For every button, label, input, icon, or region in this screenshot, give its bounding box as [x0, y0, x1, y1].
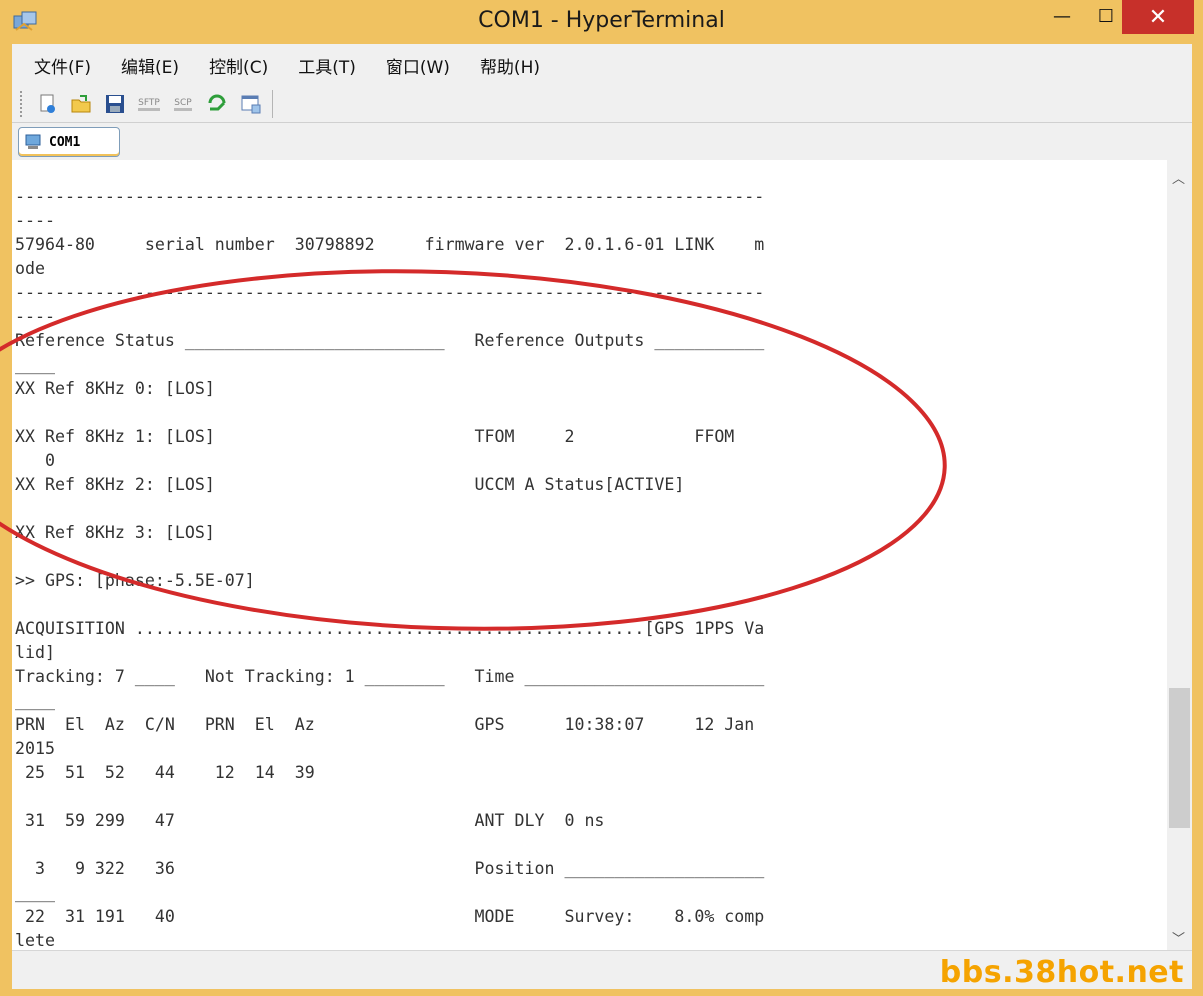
- title-bar[interactable]: COM1 - HyperTerminal — ☐ ✕: [0, 0, 1203, 44]
- scp-button[interactable]: SCP: [170, 91, 196, 117]
- toolbar-separator: [272, 90, 273, 118]
- reconnect-button[interactable]: [204, 91, 230, 117]
- terminal-line: 2015: [15, 739, 55, 758]
- properties-icon: [241, 95, 261, 114]
- save-button[interactable]: [102, 91, 128, 117]
- sftp-button[interactable]: SFTP: [136, 91, 162, 117]
- terminal-line: PRN El Az C/N PRN El Az GPS 10:38:07 12 …: [15, 715, 755, 734]
- terminal-line: XX Ref 8KHz 1: [LOS] TFOM 2 FFOM: [15, 427, 735, 446]
- close-button[interactable]: ✕: [1122, 0, 1194, 34]
- terminal-line: 0: [15, 451, 55, 470]
- scrollbar-thumb[interactable]: [1169, 688, 1190, 828]
- terminal-line: ode: [15, 259, 45, 278]
- terminal-line: 31 59 299 47 ANT DLY 0 ns: [15, 811, 605, 830]
- watermark-text: bbs.38hot.net: [939, 955, 1184, 990]
- terminal-line: ____: [15, 883, 55, 902]
- terminal-line: ----------------------------------------…: [15, 283, 765, 302]
- save-icon: [106, 95, 124, 113]
- menu-edit[interactable]: 编辑(E): [99, 53, 179, 78]
- toolbar-grip[interactable]: [20, 91, 26, 117]
- menu-help[interactable]: 帮助(H): [458, 53, 540, 78]
- terminal-line: 3 9 322 36 Position ____________________: [15, 859, 765, 878]
- terminal-line: lete: [15, 931, 55, 950]
- menu-tools[interactable]: 工具(T): [276, 53, 356, 78]
- terminal-line: Tracking: 7 ____ Not Tracking: 1 _______…: [15, 667, 765, 686]
- application-window: COM1 - HyperTerminal — ☐ ✕ 文件(F) 编辑(E) 控…: [0, 0, 1203, 996]
- terminal-line: >> GPS: [phase:-5.5E-07]: [15, 571, 255, 590]
- menu-bar: 文件(F) 编辑(E) 控制(C) 工具(T) 窗口(W) 帮助(H): [12, 44, 1192, 86]
- reconnect-icon: [208, 94, 226, 111]
- new-connection-icon: [40, 94, 55, 113]
- terminal-line: 22 31 191 40 MODE Survey: 8.0% comp: [15, 907, 765, 926]
- terminal-line: 57964-80 serial number 30798892 firmware…: [15, 235, 765, 254]
- terminal-line: ____: [15, 355, 55, 374]
- open-button[interactable]: [68, 91, 94, 117]
- menu-window[interactable]: 窗口(W): [364, 53, 450, 78]
- terminal-output: ----------------------------------------…: [15, 185, 764, 950]
- terminal-line: ____: [15, 691, 55, 710]
- session-tab-strip: COM1: [12, 122, 1192, 161]
- open-folder-icon: [71, 95, 91, 113]
- terminal-line: ----: [15, 211, 55, 230]
- scroll-up-arrow-icon[interactable]: ︿: [1172, 168, 1185, 187]
- terminal-line: Reference Status _______________________…: [15, 331, 765, 350]
- vertical-scrollbar[interactable]: ︿ ﹀: [1167, 160, 1192, 950]
- terminal-line: ACQUISITION ............................…: [15, 619, 765, 638]
- menu-file[interactable]: 文件(F): [12, 53, 91, 78]
- terminal-line: lid]: [15, 643, 55, 662]
- terminal-line: 25 51 52 44 12 14 39: [15, 763, 315, 782]
- terminal-screen[interactable]: ----------------------------------------…: [12, 160, 1167, 950]
- terminal-line: XX Ref 8KHz 2: [LOS] UCCM A Status[ACTIV…: [15, 475, 685, 494]
- window-title: COM1 - HyperTerminal: [478, 8, 725, 33]
- properties-button[interactable]: [238, 91, 264, 117]
- minimize-button[interactable]: —: [1038, 0, 1086, 32]
- new-connection-button[interactable]: [34, 91, 60, 117]
- status-bar: bbs.38hot.net: [12, 950, 1192, 990]
- terminal-line: XX Ref 8KHz 3: [LOS]: [15, 523, 215, 542]
- terminal-line: ----: [15, 307, 55, 326]
- session-tab-label: COM1: [49, 134, 81, 150]
- client-area: 文件(F) 编辑(E) 控制(C) 工具(T) 窗口(W) 帮助(H) SFTP…: [12, 44, 1192, 990]
- sftp-icon: SFTP: [138, 98, 160, 111]
- toolbar: SFTP SCP: [12, 86, 1192, 122]
- session-tab-com1[interactable]: COM1: [18, 127, 120, 157]
- terminal-line: ----------------------------------------…: [15, 187, 765, 206]
- menu-control[interactable]: 控制(C): [187, 53, 268, 78]
- terminal-line: XX Ref 8KHz 0: [LOS]: [15, 379, 215, 398]
- maximize-button[interactable]: ☐: [1086, 0, 1126, 32]
- scp-icon: SCP: [174, 98, 192, 111]
- scroll-down-arrow-icon[interactable]: ﹀: [1172, 928, 1185, 947]
- computer-icon: [25, 134, 41, 149]
